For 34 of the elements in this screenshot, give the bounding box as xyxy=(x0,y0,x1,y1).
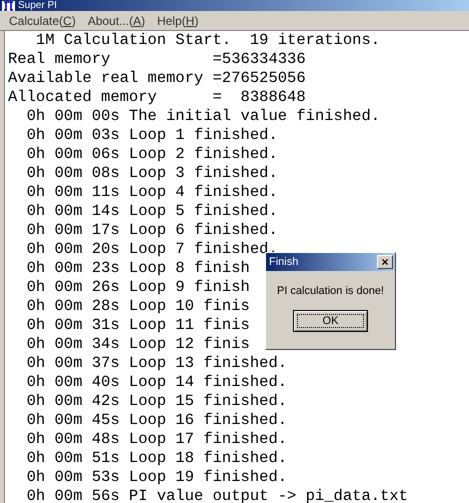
output-line: 0h 00m 11s Loop 4 finished. xyxy=(26,183,278,202)
dialog-message: PI calculation is done! xyxy=(276,285,385,297)
output-line: 0h 00m 28s Loop 10 finis xyxy=(26,297,250,316)
output-line: 0h 00m 56s PI value output -> pi_data.txt xyxy=(26,487,408,503)
output-line: Available real memory =276525056 xyxy=(8,69,306,88)
output-line: 0h 00m 23s Loop 8 finish xyxy=(26,259,250,278)
output-line: 0h 00m 48s Loop 17 finished. xyxy=(26,430,288,449)
output-line: 0h 00m 08s Loop 3 finished. xyxy=(26,164,278,183)
output-line: 0h 00m 17s Loop 6 finished. xyxy=(26,221,278,240)
output-line: Allocated memory = 8388648 xyxy=(8,88,306,107)
output-line: 0h 00m 40s Loop 14 finished. xyxy=(26,373,288,392)
output-line: 0h 00m 37s Loop 13 finished. xyxy=(26,354,288,373)
dialog-title: Finish xyxy=(269,256,298,268)
output-line: 0h 00m 42s Loop 15 finished. xyxy=(26,392,288,411)
output-line: 0h 00m 06s Loop 2 finished. xyxy=(26,145,278,164)
app-icon xyxy=(2,1,15,11)
output-line: 0h 00m 51s Loop 18 finished. xyxy=(26,449,288,468)
output-line: 0h 00m 31s Loop 11 finis xyxy=(26,316,250,335)
menu-item[interactable]: About...(A) xyxy=(82,12,152,28)
output-line: Real memory =536334336 xyxy=(8,50,306,69)
output-line: 0h 00m 34s Loop 12 finis xyxy=(26,335,250,354)
output-line: 0h 00m 26s Loop 9 finish xyxy=(26,278,250,297)
ok-button[interactable]: OK xyxy=(293,310,368,332)
window-title: Super PI xyxy=(18,1,57,11)
menu-item[interactable]: Help(H) xyxy=(151,12,204,28)
close-button[interactable]: × xyxy=(377,255,393,269)
output-line: 0h 00m 20s Loop 7 finished. xyxy=(26,240,278,258)
output-line: 1M Calculation Start. 19 iterations. xyxy=(34,31,380,50)
menu-item[interactable]: Calculate(C) xyxy=(3,12,82,28)
output-line: 0h 00m 03s Loop 1 finished. xyxy=(26,126,278,145)
output-line: 0h 00m 00s The initial value finished. xyxy=(26,107,380,126)
output-line: 0h 00m 14s Loop 5 finished. xyxy=(26,202,278,221)
output-line: 0h 00m 53s Loop 19 finished. xyxy=(26,468,288,487)
output-line: 0h 00m 45s Loop 16 finished. xyxy=(26,411,288,430)
